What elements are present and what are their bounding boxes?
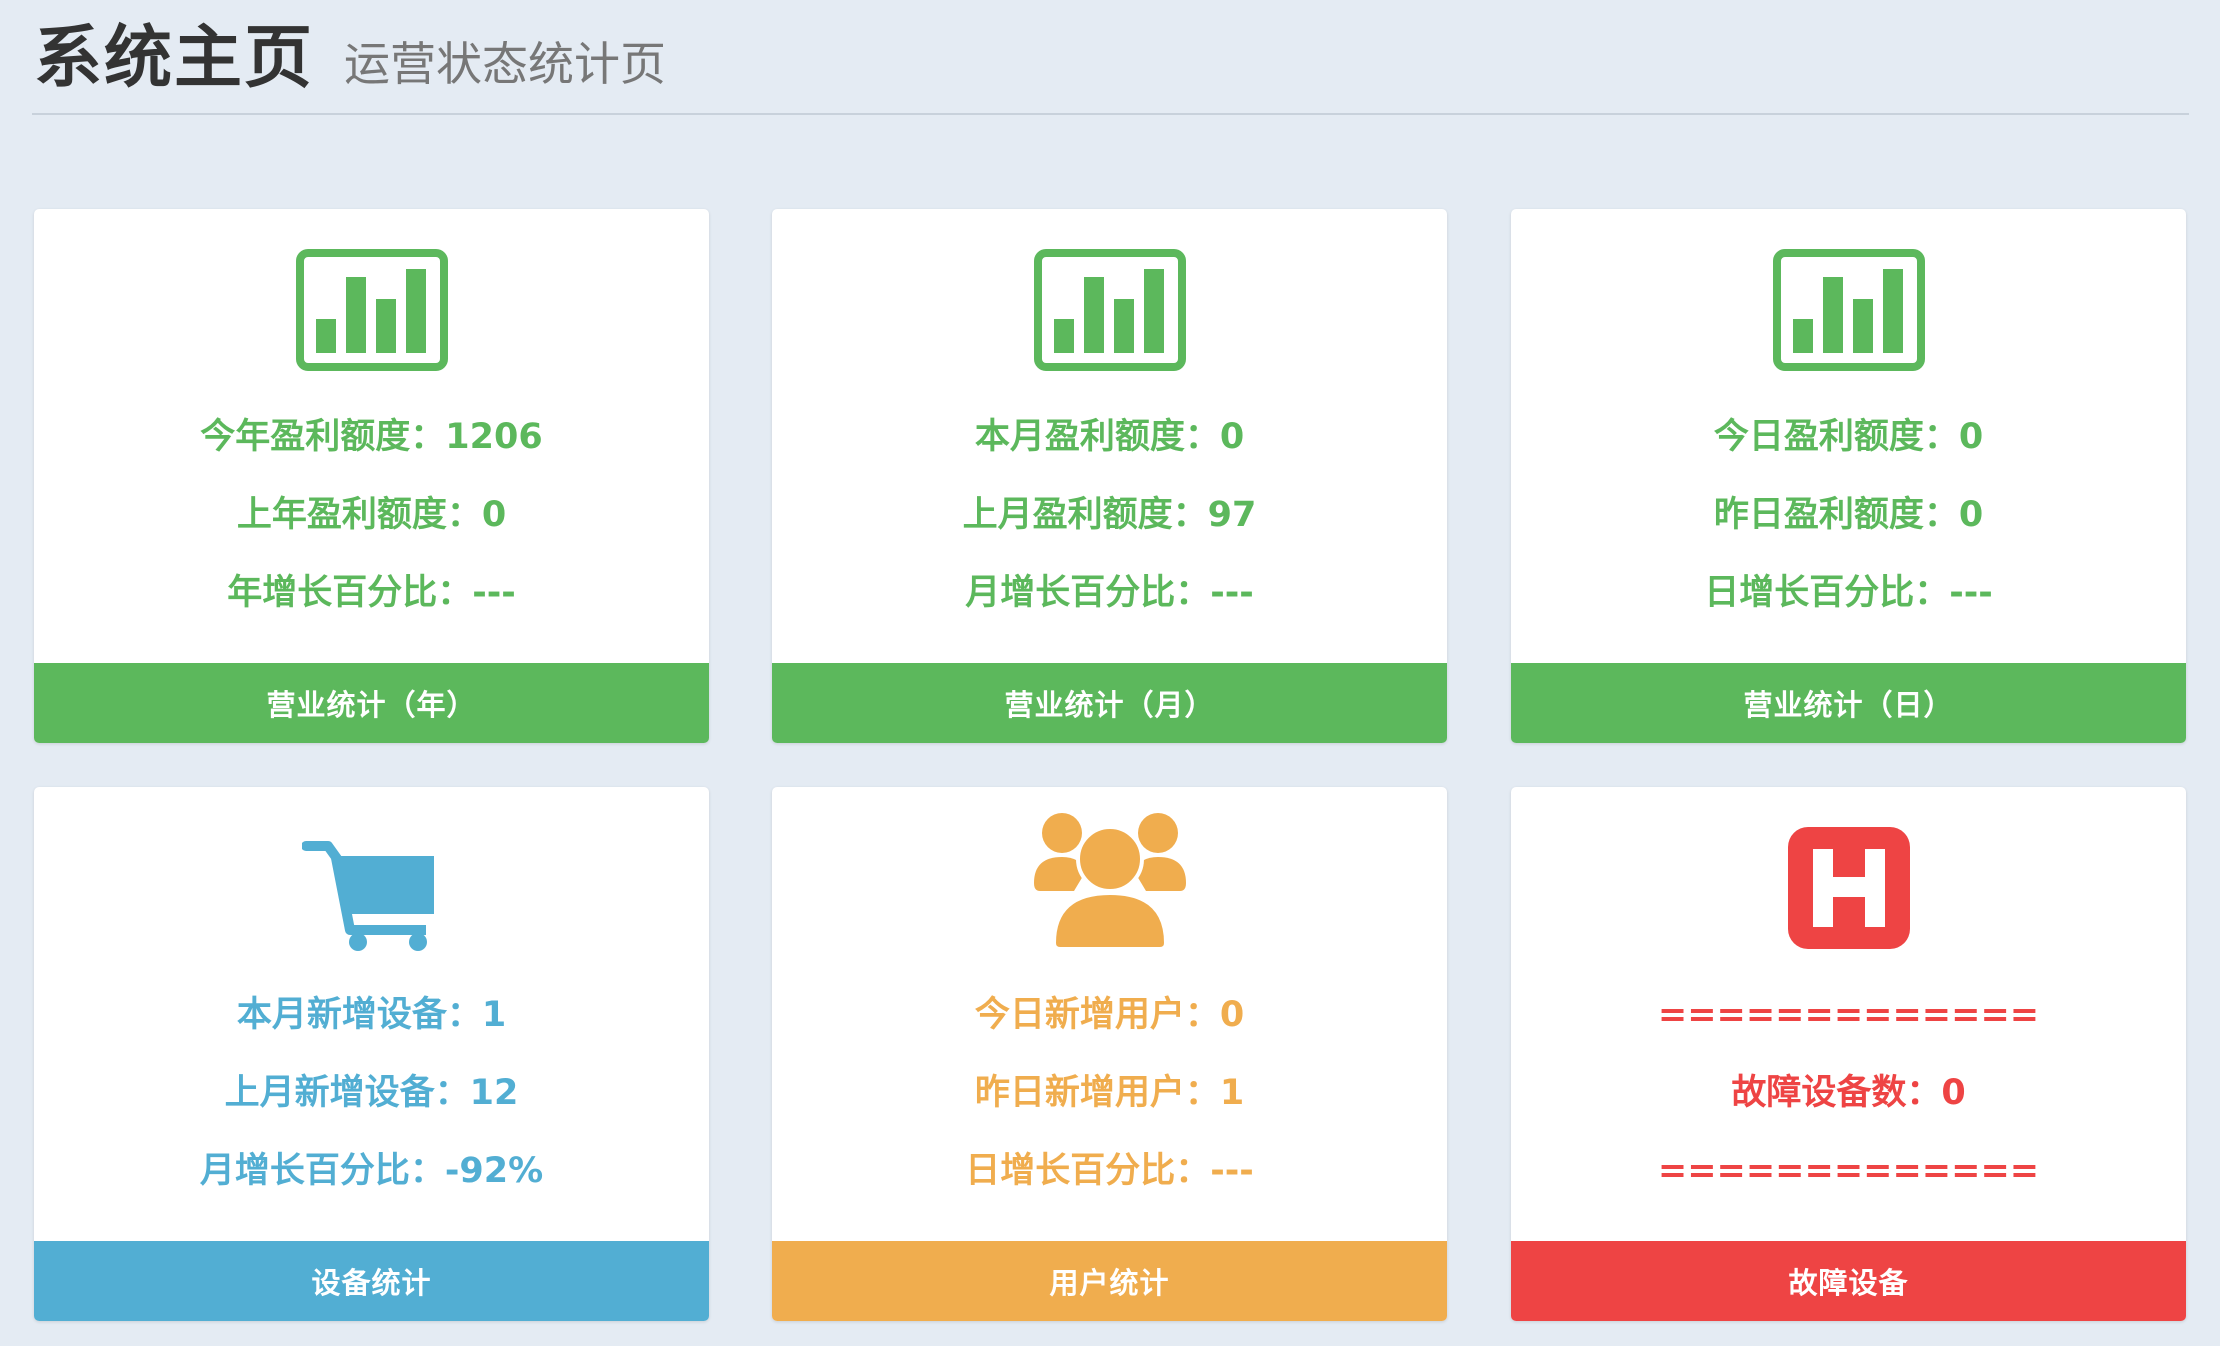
revenue-year-button[interactable]: 营业统计（年） <box>34 663 709 743</box>
card-faults: ============= 故障设备数：0 ============= 故障设备 <box>1511 787 2186 1321</box>
card-revenue-year: 今年盈利额度：1206 上年盈利额度：0 年增长百分比：--- 营业统计（年） <box>34 209 709 743</box>
stat-line: 昨日盈利额度：0 <box>1713 495 1984 535</box>
page-title: 系统主页 <box>34 19 315 98</box>
stat-line: 本月盈利额度：0 <box>974 417 1245 457</box>
hospital-h-icon <box>1769 825 1929 951</box>
bar-chart-icon <box>292 247 452 373</box>
device-stats-button[interactable]: 设备统计 <box>34 1241 709 1321</box>
stat-line: 今年盈利额度：1206 <box>200 417 543 457</box>
stat-line: 今日新增用户：0 <box>974 995 1245 1035</box>
page-header: 系统主页 运营状态统计页 <box>32 0 2189 115</box>
card-revenue-day: 今日盈利额度：0 昨日盈利额度：0 日增长百分比：--- 营业统计（日） <box>1511 209 2186 743</box>
bar-chart-icon <box>1769 247 1929 373</box>
revenue-month-button[interactable]: 营业统计（月） <box>772 663 1447 743</box>
stat-line: 故障设备数：0 <box>1731 1073 1966 1113</box>
divider-text: ============= <box>1657 1151 2040 1191</box>
stat-line: 本月新增设备：1 <box>236 995 507 1035</box>
stat-line: 月增长百分比：-92% <box>199 1151 544 1191</box>
revenue-day-button[interactable]: 营业统计（日） <box>1511 663 2186 743</box>
card-users: 今日新增用户：0 昨日新增用户：1 日增长百分比：--- 用户统计 <box>772 787 1447 1321</box>
card-devices: 本月新增设备：1 上月新增设备：12 月增长百分比：-92% 设备统计 <box>34 787 709 1321</box>
users-icon <box>1030 813 1190 951</box>
page-subtitle: 运营状态统计页 <box>344 37 666 91</box>
stat-line: 月增长百分比：--- <box>965 573 1254 613</box>
user-stats-button[interactable]: 用户统计 <box>772 1241 1447 1321</box>
card-revenue-month: 本月盈利额度：0 上月盈利额度：97 月增长百分比：--- 营业统计（月） <box>772 209 1447 743</box>
stat-line: 年增长百分比：--- <box>227 573 516 613</box>
stat-line: 上年盈利额度：0 <box>236 495 507 535</box>
stat-line: 日增长百分比：--- <box>965 1151 1254 1191</box>
stat-line: 今日盈利额度：0 <box>1713 417 1984 457</box>
stat-line: 日增长百分比：--- <box>1704 573 1993 613</box>
bar-chart-icon <box>1030 247 1190 373</box>
stat-line: 昨日新增用户：1 <box>974 1073 1245 1113</box>
stat-line: 上月新增设备：12 <box>224 1073 519 1113</box>
shopping-cart-icon <box>292 833 452 959</box>
divider-text: ============= <box>1657 995 2040 1035</box>
fault-devices-button[interactable]: 故障设备 <box>1511 1241 2186 1321</box>
stat-line: 上月盈利额度：97 <box>962 495 1257 535</box>
